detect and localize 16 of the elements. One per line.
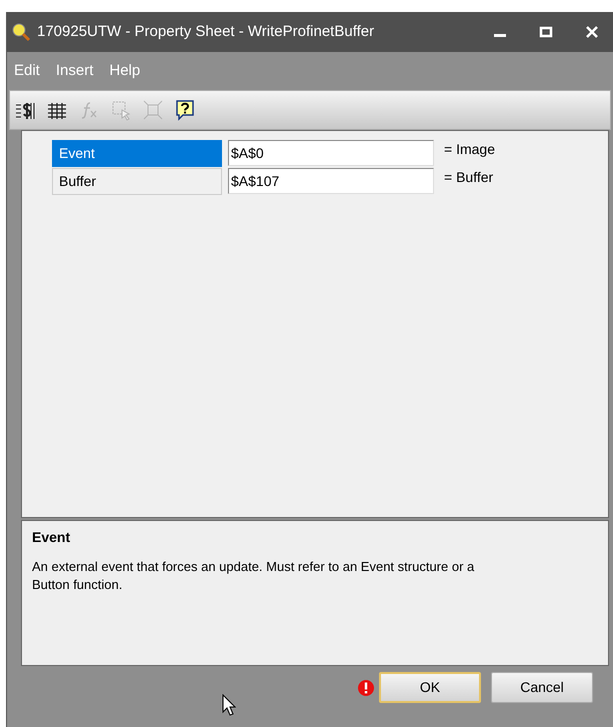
- description-title: Event: [32, 528, 72, 547]
- property-name[interactable]: Buffer: [52, 168, 222, 194]
- maximize-icon[interactable]: [539, 25, 553, 39]
- ok-button[interactable]: OK: [379, 672, 481, 703]
- magnifier-icon: [11, 22, 31, 42]
- description-text: An external event that forces an update. Must refer to an Event structure or a Button function.: [32, 558, 476, 594]
- window-title: 170925UTW - Property Sheet - WriteProfinetBuffer: [37, 22, 376, 42]
- value-note: = Buffer: [444, 168, 494, 187]
- value-field[interactable]: $A$0: [228, 140, 434, 166]
- mouse-cursor-icon: [222, 694, 236, 716]
- close-icon[interactable]: [585, 25, 599, 39]
- cancel-button[interactable]: Cancel: [491, 672, 593, 703]
- property-name[interactable]: Event: [52, 140, 222, 166]
- value-note: = Image: [444, 140, 495, 159]
- help-icon[interactable]: [174, 99, 196, 121]
- value-field[interactable]: $A$107: [228, 168, 434, 194]
